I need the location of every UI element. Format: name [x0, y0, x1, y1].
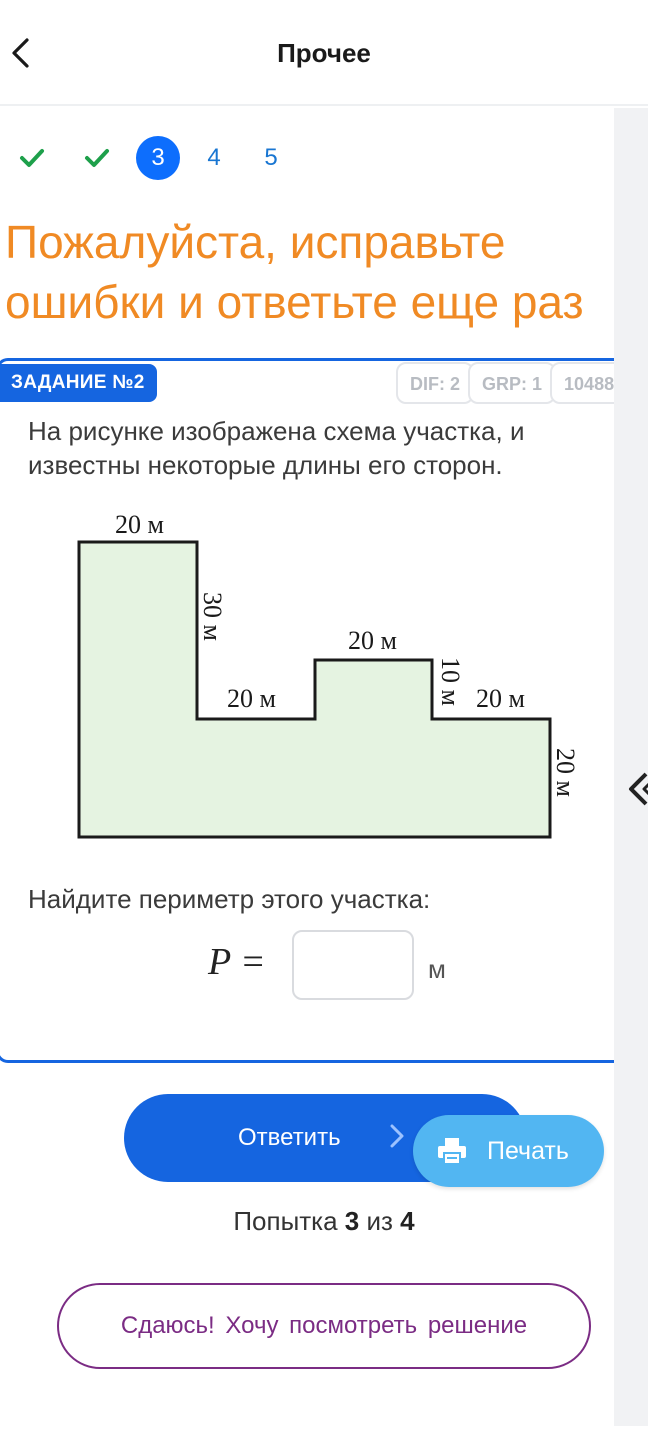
step-4[interactable]: 4	[192, 136, 236, 180]
label-left-step-height: 30 м	[198, 592, 227, 641]
answer-input[interactable]	[292, 930, 414, 1000]
task-badges: DIF: 2 GRP: 1 10488	[396, 362, 614, 404]
task-stepper: 3 4 5	[0, 136, 610, 180]
task-number-label: ЗАДАНИЕ №2	[0, 364, 157, 402]
group-badge: GRP: 1	[468, 362, 557, 404]
task-text: На рисунке изображена схема участка, и и…	[28, 416, 525, 480]
attempt-counter: Попытка 3 из 4	[0, 1206, 648, 1237]
error-message-line-1: Пожалуйста, исправьте	[5, 216, 506, 268]
label-top-width: 20 м	[115, 510, 164, 539]
attempt-middle: из	[359, 1206, 401, 1236]
difficulty-badge: DIF: 2	[396, 362, 475, 404]
error-message: Пожалуйста, исправьте ошибки и ответьте …	[5, 212, 645, 332]
perimeter-formula: P =	[208, 941, 266, 983]
submit-answer-label: Ответить	[238, 1124, 341, 1151]
check-icon	[20, 149, 44, 167]
chevron-right-icon	[390, 1124, 404, 1155]
printer-icon	[438, 1138, 466, 1165]
page-title: Прочее	[277, 38, 371, 68]
step-2[interactable]	[75, 136, 119, 180]
label-low-step-width: 20 м	[227, 684, 276, 713]
print-button[interactable]: Печать	[413, 1115, 604, 1187]
attempt-current: 3	[344, 1206, 360, 1236]
error-message-line-2: ошибки и ответьте еще раз	[5, 276, 584, 328]
label-right-height: 20 м	[551, 748, 580, 797]
give-up-button[interactable]: Сдаюсь! Хочу посмотреть решение	[57, 1283, 591, 1369]
side-panel-toggle-icon[interactable]	[626, 770, 648, 808]
step-5[interactable]: 5	[249, 136, 293, 180]
step-1[interactable]	[10, 136, 54, 180]
check-icon	[85, 149, 109, 167]
label-mid-step-height: 10 м	[436, 657, 465, 706]
step-3[interactable]: 3	[136, 136, 180, 180]
question-text: Найдите периметр этого участка:	[28, 884, 431, 914]
print-button-label: Печать	[487, 1136, 569, 1165]
label-right-step-width: 20 м	[476, 684, 525, 713]
label-mid-step-width: 20 м	[348, 626, 397, 655]
attempt-prefix: Попытка	[233, 1206, 345, 1236]
task-id-badge: 10488	[550, 362, 614, 404]
app-header: Прочее	[0, 0, 648, 106]
attempt-total: 4	[400, 1206, 415, 1236]
plot-diagram: 20 м 30 м 20 м 20 м 10 м 20 м 20 м	[77, 510, 580, 839]
answer-unit: м	[428, 954, 446, 984]
